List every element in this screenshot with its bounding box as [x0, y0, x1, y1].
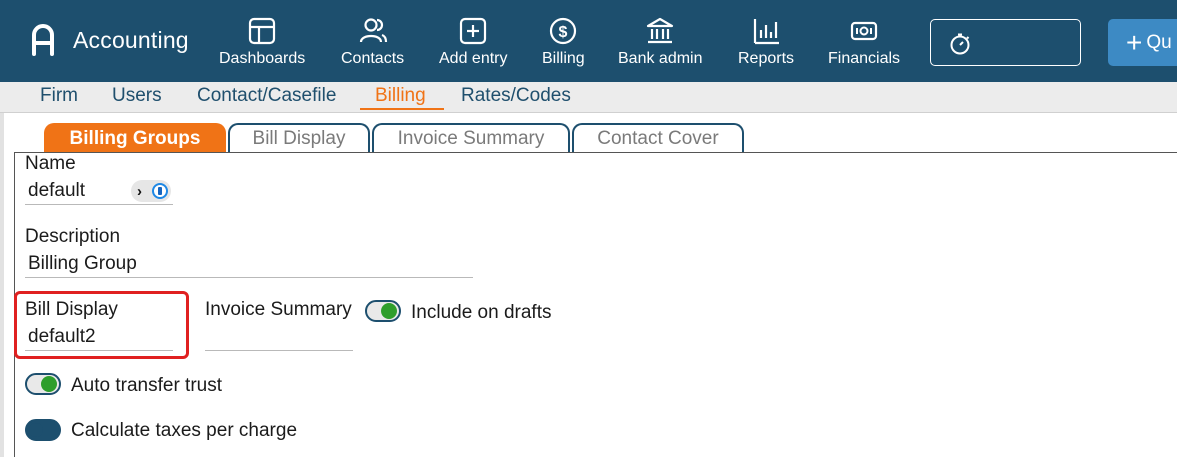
app-window: Accounting Dashboards Contacts Add entry…: [0, 0, 1177, 457]
auto-transfer-trust-label: Auto transfer trust: [71, 375, 223, 396]
include-on-drafts-label: Include on drafts: [411, 302, 552, 323]
tab-billing-groups[interactable]: Billing Groups: [44, 123, 226, 153]
timer-field[interactable]: [930, 19, 1081, 66]
top-nav-bar: Accounting Dashboards Contacts Add entry…: [0, 0, 1177, 82]
tab-invoice-summary[interactable]: Invoice Summary: [372, 123, 570, 153]
nav-reports[interactable]: Reports: [738, 16, 794, 68]
contacts-icon: [359, 18, 387, 43]
description-underline: [25, 277, 473, 278]
info-icon: [152, 183, 168, 199]
name-lookup-chip[interactable]: ›: [131, 180, 171, 202]
nav-dashboards[interactable]: Dashboards: [219, 16, 305, 68]
toggle-knob: [381, 303, 397, 319]
settings-subnav: Firm Users Contact/Casefile Billing Rate…: [0, 82, 1177, 113]
subnav-rates-codes[interactable]: Rates/Codes: [461, 85, 571, 107]
invoice-summary-label: Invoice Summary: [205, 299, 352, 320]
panel-border-top: [14, 152, 1177, 153]
description-field[interactable]: Billing Group: [28, 253, 137, 275]
plus-icon: +: [1126, 26, 1143, 58]
nav-bank-admin[interactable]: Bank admin: [618, 16, 703, 68]
content-edge: [0, 113, 4, 457]
quick-add-label: Qu: [1146, 31, 1172, 53]
toggle-knob: [41, 376, 57, 392]
subnav-users[interactable]: Users: [112, 85, 162, 107]
toggle-knob: [29, 423, 43, 437]
app-title: Accounting: [73, 26, 189, 53]
calculate-taxes-toggle[interactable]: [25, 419, 61, 441]
tab-bill-display[interactable]: Bill Display: [228, 123, 370, 153]
nav-label: Bank admin: [618, 50, 703, 67]
dollar-icon: $: [550, 17, 577, 45]
nav-label: Billing: [542, 50, 585, 67]
invoice-summary-underline: [205, 350, 353, 351]
svg-text:$: $: [559, 24, 568, 41]
dashboard-icon: [249, 17, 276, 45]
subnav-billing[interactable]: Billing: [375, 85, 426, 107]
brand[interactable]: Accounting: [30, 24, 189, 56]
bill-display-highlight: [14, 291, 189, 359]
stopwatch-icon: [950, 33, 970, 55]
money-icon: [850, 21, 878, 41]
add-entry-icon: [460, 17, 487, 45]
calculate-taxes-label: Calculate taxes per charge: [71, 420, 298, 441]
nav-label: Financials: [828, 50, 901, 67]
nav-financials[interactable]: Financials: [828, 16, 900, 68]
nav-add-entry[interactable]: Add entry: [439, 16, 507, 68]
nav-contacts[interactable]: Contacts: [341, 16, 404, 68]
name-label: Name: [25, 153, 76, 174]
subnav-firm[interactable]: Firm: [40, 85, 78, 107]
description-label: Description: [25, 226, 121, 247]
app-logo-icon: [32, 24, 54, 56]
tab-contact-cover[interactable]: Contact Cover: [572, 123, 744, 153]
chevron-right-icon: ›: [137, 182, 142, 200]
active-subnav-indicator: [360, 108, 444, 110]
subnav-contact-casefile[interactable]: Contact/Casefile: [197, 85, 336, 107]
nav-label: Add entry: [439, 50, 508, 67]
nav-billing[interactable]: $ Billing: [542, 16, 585, 68]
name-underline: [25, 204, 173, 205]
bank-icon: [647, 17, 674, 44]
bar-chart-icon: [753, 19, 780, 45]
name-field[interactable]: default: [28, 180, 85, 202]
nav-label: Reports: [738, 50, 795, 67]
quick-add-button[interactable]: + Qu: [1108, 19, 1177, 66]
include-on-drafts-toggle[interactable]: [365, 300, 401, 322]
nav-label: Contacts: [341, 50, 405, 67]
auto-transfer-trust-toggle[interactable]: [25, 373, 61, 395]
nav-label: Dashboards: [219, 50, 306, 67]
